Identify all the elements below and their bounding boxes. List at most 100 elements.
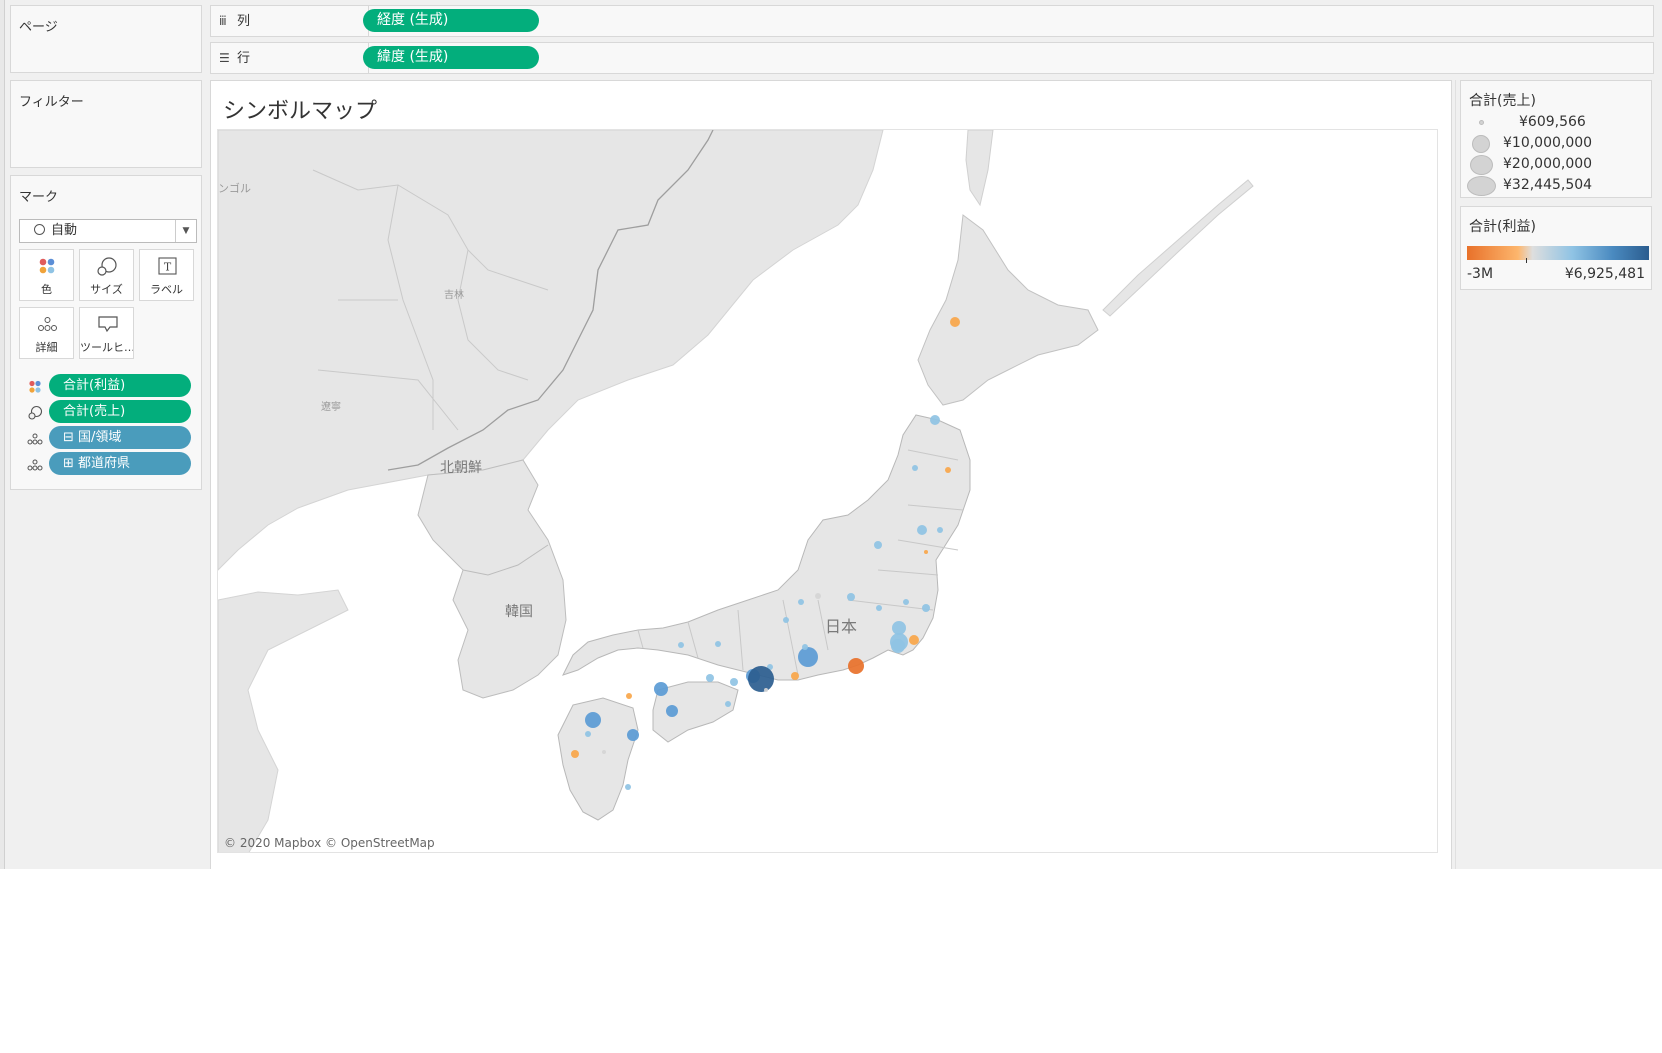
- tooltip-bubble-icon: [98, 316, 118, 333]
- map-canvas[interactable]: ンゴル 吉林 遼寧 北朝鮮 韓国 日本: [218, 130, 1438, 853]
- mark-kagawa: [725, 701, 731, 707]
- mark-gunma: [876, 605, 882, 611]
- mark-field-country[interactable]: ⊟ 国/領域: [19, 426, 197, 450]
- mark-kanagawa: [891, 639, 905, 653]
- size-button[interactable]: サイズ: [79, 249, 134, 301]
- mark-tottori: [715, 641, 721, 647]
- columns-shelf[interactable]: ⅲ列 経度 (生成): [210, 5, 1654, 37]
- filters-title: フィルター: [19, 95, 84, 110]
- country-pill[interactable]: ⊟ 国/領域: [49, 426, 191, 449]
- profit-pill[interactable]: 合計(利益): [49, 374, 191, 397]
- mark-type-dropdown[interactable]: 自動 ▼: [19, 219, 197, 243]
- mark-niigata: [874, 541, 882, 549]
- map-label-jilin: 吉林: [444, 288, 464, 301]
- mark-tochigi: [903, 599, 909, 605]
- size-legend-item: ¥32,445,504: [1467, 176, 1647, 196]
- mark-nagano: [847, 593, 855, 601]
- mark-ehime: [666, 705, 678, 717]
- filters-panel[interactable]: フィルター: [10, 80, 202, 168]
- marks-title: マーク: [19, 190, 59, 205]
- mark-chiba: [909, 635, 919, 645]
- detail-dots-icon: [38, 317, 57, 331]
- size-legend-label: ¥20,000,000: [1503, 156, 1593, 172]
- mark-nara: [764, 688, 768, 692]
- detail-button[interactable]: 詳細: [19, 307, 74, 359]
- mark-field-sales[interactable]: 合計(売上): [19, 400, 197, 424]
- color-button[interactable]: 色: [19, 249, 74, 301]
- pages-panel[interactable]: ページ: [10, 5, 202, 73]
- mark-shimane: [678, 642, 684, 648]
- detail-icon: [27, 433, 43, 445]
- prefecture-pill[interactable]: ⊞ 都道府県: [49, 452, 191, 475]
- color-legend[interactable]: 合計(利益) -3M ¥6,925,481: [1460, 206, 1652, 290]
- size-button-label: サイズ: [90, 283, 123, 296]
- map-attribution[interactable]: © 2020 Mapbox © OpenStreetMap: [224, 836, 435, 850]
- detail-icon: [27, 459, 43, 471]
- map-label-liaoning: 遼寧: [321, 400, 341, 413]
- map-label-japan: 日本: [825, 617, 857, 636]
- latitude-pill[interactable]: 緯度 (生成): [363, 46, 539, 69]
- color-icon: [29, 380, 41, 393]
- mark-aichi: [798, 647, 818, 667]
- map-label-mongolia: ンゴル: [218, 181, 251, 195]
- mark-saitama: [892, 621, 906, 635]
- rows-shelf[interactable]: ☰ 行 緯度 (生成): [210, 42, 1654, 74]
- size-legend-label: ¥32,445,504: [1503, 177, 1593, 193]
- label-button[interactable]: T ラベル: [139, 249, 194, 301]
- mark-hiroshima: [654, 682, 668, 696]
- mark-field-profit[interactable]: 合計(利益): [19, 374, 197, 398]
- size-legend-item: ¥609,566: [1467, 113, 1647, 133]
- size-icon: [97, 257, 117, 276]
- mark-toyama: [815, 593, 821, 599]
- mark-type-circle-icon: [34, 224, 45, 235]
- mark-osaka: [748, 666, 774, 692]
- color-legend-min: -3M: [1467, 266, 1494, 282]
- mark-field-prefecture[interactable]: ⊞ 都道府県: [19, 452, 197, 476]
- pages-title: ページ: [19, 20, 58, 35]
- legend-column-divider: [1455, 80, 1456, 869]
- mark-fukushima: [937, 527, 943, 533]
- tableau-workspace: ページ フィルター マーク 自動 ▼ 色 サイズ T ラベル 詳細 ツールヒ… …: [0, 0, 1662, 869]
- size-legend-title: 合計(売上): [1469, 93, 1536, 109]
- text-label-icon: T: [158, 257, 177, 275]
- mark-akita: [912, 465, 918, 471]
- rows-icon: ☰: [219, 51, 230, 65]
- chevron-down-icon[interactable]: ▼: [175, 220, 196, 242]
- size-circle-icon: [1472, 135, 1490, 153]
- columns-icon: ⅲ: [219, 14, 227, 28]
- mark-fukuoka: [585, 712, 601, 728]
- sales-pill[interactable]: 合計(売上): [49, 400, 191, 423]
- mark-gifu: [802, 644, 808, 650]
- left-edge-strip: [0, 0, 5, 869]
- size-legend-item: ¥10,000,000: [1467, 134, 1647, 154]
- columns-shelf-label: ⅲ列: [219, 6, 369, 36]
- size-legend-item: ¥20,000,000: [1467, 155, 1647, 175]
- mark-hyogo: [730, 678, 738, 686]
- mark-type-value: 自動: [51, 223, 78, 238]
- size-legend[interactable]: 合計(売上) ¥609,566 ¥10,000,000 ¥20,000,000 …: [1460, 80, 1652, 198]
- mark-hokkaido: [950, 317, 960, 327]
- color-legend-max: ¥6,925,481: [1564, 266, 1645, 282]
- color-dots-icon: [39, 258, 55, 274]
- svg-text:T: T: [164, 261, 172, 274]
- symbol-map[interactable]: ンゴル 吉林 遼寧 北朝鮮 韓国 日本 © 2020 Mapbox © Open…: [217, 129, 1438, 853]
- size-legend-label: ¥10,000,000: [1503, 135, 1593, 151]
- mark-saga: [585, 731, 591, 737]
- mark-nagasaki: [571, 750, 579, 758]
- tooltip-button[interactable]: ツールヒ…: [79, 307, 134, 359]
- rows-shelf-label: ☰ 行: [219, 43, 369, 73]
- map-label-north-korea: 北朝鮮: [440, 460, 482, 476]
- mark-iwate: [945, 467, 951, 473]
- size-legend-label: ¥609,566: [1519, 114, 1586, 130]
- mark-fukui: [783, 617, 789, 623]
- viz-sheet: シンボルマップ ンゴル 吉林 遼寧 北朝鮮 韓国 日本 © 2020 Mapbo…: [210, 80, 1452, 869]
- mark-yamagata: [924, 550, 928, 554]
- color-gradient-bar: [1467, 246, 1649, 260]
- mark-mie: [791, 672, 799, 680]
- longitude-pill[interactable]: 経度 (生成): [363, 9, 539, 32]
- mark-okayama: [706, 674, 714, 682]
- size-icon: [28, 405, 43, 420]
- mark-ishikawa: [798, 599, 804, 605]
- mark-aomori: [930, 415, 940, 425]
- mark-miyazaki: [625, 784, 631, 790]
